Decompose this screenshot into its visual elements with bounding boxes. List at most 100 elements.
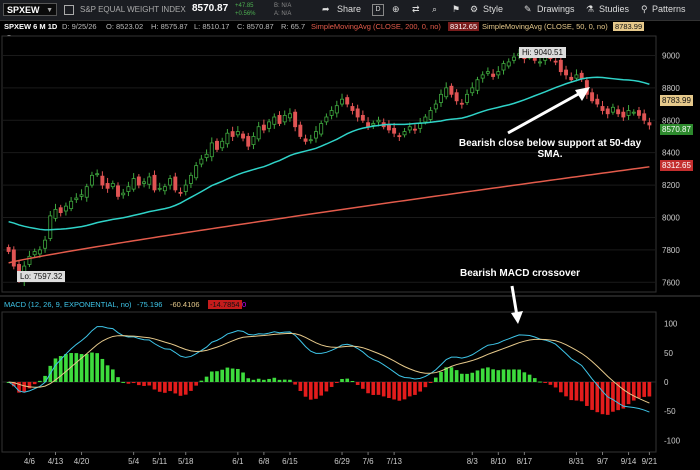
macd-histogram-bar <box>215 371 219 382</box>
x-tick-label: 7/13 <box>386 457 402 466</box>
candle-body <box>459 102 464 105</box>
candle-body <box>600 106 605 111</box>
macd-histogram-bar <box>454 370 459 382</box>
macd-histogram-bar <box>220 369 225 382</box>
macd-histogram-bar <box>376 382 381 395</box>
candle-body <box>506 61 511 67</box>
macd-histogram-bar <box>131 382 136 384</box>
macd-histogram-bar <box>433 377 438 382</box>
macd-histogram-bar <box>251 379 256 382</box>
sma200-price-tag: 8312.65 <box>660 160 693 171</box>
candle-body <box>392 127 397 134</box>
candle-body <box>444 87 449 98</box>
macd-y-tick: -100 <box>664 436 681 445</box>
macd-histogram-bar <box>110 369 115 382</box>
low-label: Lo: 7597.32 <box>17 271 66 282</box>
macd-histogram-bar <box>371 382 376 395</box>
candle-body <box>168 178 173 186</box>
macd-histogram-bar <box>293 382 297 385</box>
candle-body <box>37 249 42 255</box>
macd-histogram-bar <box>428 382 433 383</box>
x-tick-label: 4/13 <box>48 457 64 466</box>
x-tick-label: 5/11 <box>152 457 168 466</box>
macd-histogram-bar <box>470 372 475 382</box>
macd-histogram-bar <box>439 372 443 382</box>
candle-body <box>511 56 516 61</box>
macd-histogram-bar <box>465 373 469 382</box>
macd-histogram-bar <box>230 368 235 382</box>
macd-histogram-bar <box>564 382 568 397</box>
candle-body <box>256 126 261 140</box>
macd-y-tick: 0 <box>664 378 669 387</box>
macd-histogram-bar <box>527 374 532 382</box>
last-price-tag: 8570.87 <box>660 124 693 135</box>
candle-body <box>402 131 407 136</box>
candle-body <box>6 247 11 252</box>
candle-body <box>136 176 141 186</box>
candle-body <box>605 108 610 115</box>
candle-body <box>277 114 282 124</box>
x-tick-label: 8/10 <box>491 457 507 466</box>
x-tick-label: 4/6 <box>24 457 36 466</box>
candle-body <box>267 121 272 129</box>
candle-body <box>48 215 53 239</box>
candle-body <box>121 192 126 196</box>
macd-histogram-bar <box>84 354 89 382</box>
chart-canvas: 76007800800082008400860088009000100500-5… <box>0 35 700 466</box>
macd-histogram-bar <box>486 367 490 382</box>
candle-body <box>626 110 631 116</box>
bearish-macd-annotation: Bearish MACD crossover <box>459 268 581 279</box>
macd-histogram-bar <box>423 382 428 388</box>
candle-body <box>480 74 485 79</box>
candle-body <box>272 116 277 125</box>
price-y-tick: 9000 <box>662 51 680 60</box>
candle-body <box>574 74 579 79</box>
macd-histogram-bar <box>522 372 527 382</box>
macd-histogram-bar <box>241 372 245 382</box>
macd-zero: 0 <box>242 300 247 309</box>
candle-body <box>553 60 558 63</box>
candle-body <box>642 113 647 121</box>
macd-histogram-bar <box>480 368 485 382</box>
x-tick-label: 9/7 <box>597 457 609 466</box>
candle-body <box>215 140 219 150</box>
candle-body <box>621 111 626 118</box>
price-y-tick: 8400 <box>662 149 680 158</box>
macd-histogram-bar <box>157 382 162 392</box>
x-tick-label: 9/14 <box>621 457 637 466</box>
macd-histogram-bar <box>64 354 68 382</box>
macd-histogram-bar <box>137 382 141 386</box>
candle-body <box>84 186 89 198</box>
candle-body <box>350 106 355 111</box>
macd-histogram-bar <box>407 382 412 397</box>
candle-body <box>491 73 496 77</box>
price-y-tick: 8800 <box>662 84 680 93</box>
candle-body <box>475 79 480 91</box>
x-tick-label: 5/18 <box>178 457 194 466</box>
candle-body <box>329 110 334 116</box>
macd-histogram-bar <box>621 382 626 409</box>
candle-body <box>204 153 209 158</box>
x-tick-label: 6/8 <box>258 457 270 466</box>
price-y-tick: 7600 <box>662 278 680 287</box>
candle-body <box>152 174 157 191</box>
macd-histogram-bar <box>642 382 647 397</box>
candle-body <box>610 106 615 113</box>
candle-body <box>241 133 246 139</box>
macd-histogram-bar <box>105 365 110 382</box>
macd-histogram-bar <box>574 382 579 401</box>
macd-histogram-bar <box>256 378 261 382</box>
macd-histogram-bar <box>319 382 324 396</box>
macd-histogram-bar <box>532 378 537 382</box>
macd-histogram-bar <box>314 382 318 399</box>
macd-histogram-bar <box>647 382 652 397</box>
macd-histogram-bar <box>282 379 287 382</box>
macd-histogram-bar <box>95 353 99 382</box>
candle-body <box>345 97 350 105</box>
macd-histogram-bar <box>173 382 178 394</box>
candle-body <box>43 239 48 249</box>
macd-histogram-bar <box>501 369 506 382</box>
candle-body <box>188 174 193 184</box>
macd-histogram-bar <box>183 382 188 395</box>
candle-body <box>637 110 641 116</box>
